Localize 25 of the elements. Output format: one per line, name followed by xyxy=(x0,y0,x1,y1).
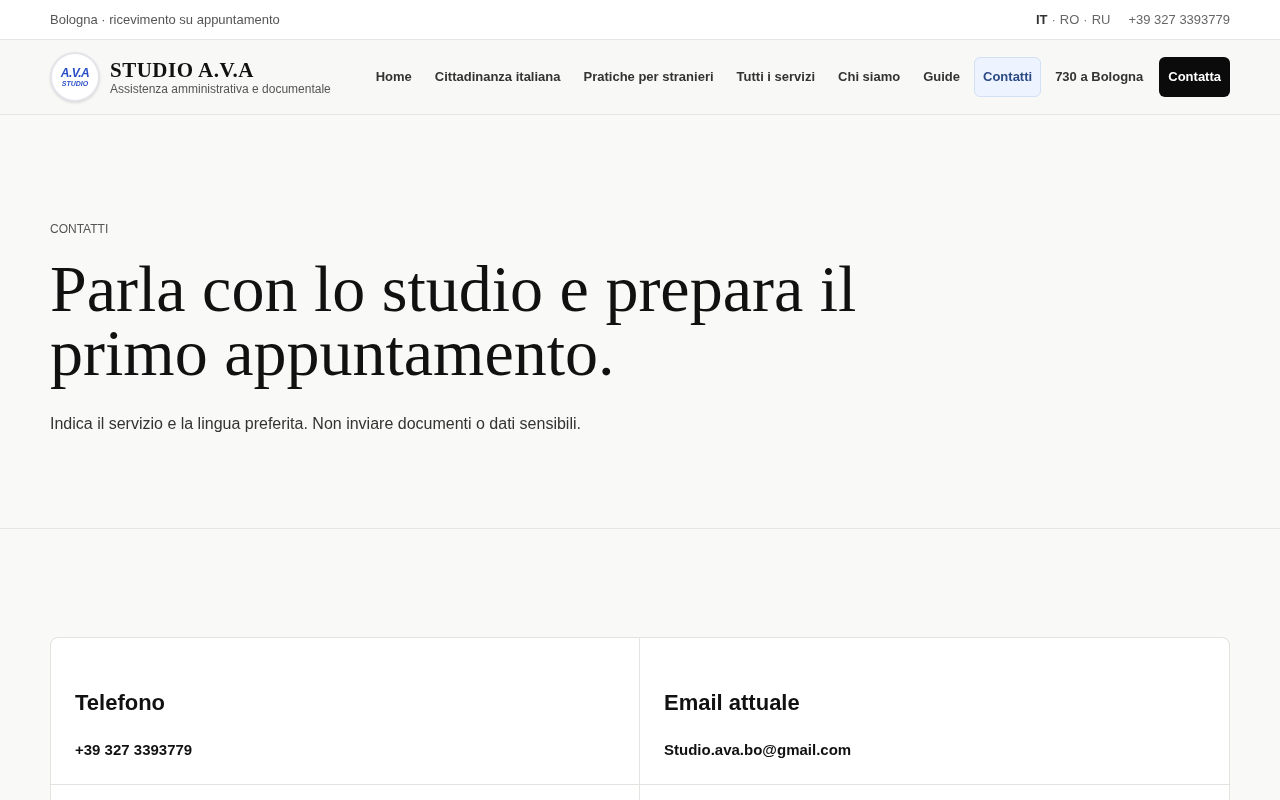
logo-initials: A.V.A xyxy=(60,67,90,79)
nav-link[interactable]: Tutti i servizi xyxy=(727,57,825,97)
contact-card-title: Telefono xyxy=(75,689,167,717)
language-separator: · xyxy=(1051,10,1056,29)
nav-link[interactable]: Contatti xyxy=(974,57,1042,97)
intro-text: Indica il servizio e la lingua preferita. Non inviare documenti o dati sensibili. xyxy=(50,414,582,434)
nav-link[interactable]: Pratiche per stranieri xyxy=(574,57,723,97)
nav-link[interactable]: Guide xyxy=(914,57,970,97)
language-separator: · xyxy=(1083,10,1088,29)
contact-button[interactable]: Contatta xyxy=(1159,57,1230,97)
nav-link[interactable]: 730 a Bologna xyxy=(1046,57,1153,97)
nav-link[interactable]: Home xyxy=(366,57,421,97)
contact-card-value: +39 327 3393779 xyxy=(75,740,194,760)
language-link[interactable]: RU xyxy=(1091,9,1111,30)
language-link[interactable]: IT xyxy=(1035,9,1048,30)
nav-link[interactable]: Cittadinanza italiana xyxy=(425,57,570,97)
section-eyebrow: CONTATTI xyxy=(50,221,110,237)
contact-card-value: Studio.ava.bo@gmail.com xyxy=(664,740,853,760)
location-text: Bologna · ricevimento su appuntamento xyxy=(50,10,280,29)
brand-name[interactable]: STUDIO A.V.A xyxy=(110,58,331,82)
brand-tagline: Assistenza amministrativa e documentale xyxy=(110,82,331,96)
language-link[interactable]: RO xyxy=(1059,9,1080,30)
phone-link[interactable]: +39 327 3393779 xyxy=(1128,9,1230,30)
nav-link[interactable]: Chi siamo xyxy=(829,57,910,97)
contact-card-title: Email attuale xyxy=(664,689,801,717)
